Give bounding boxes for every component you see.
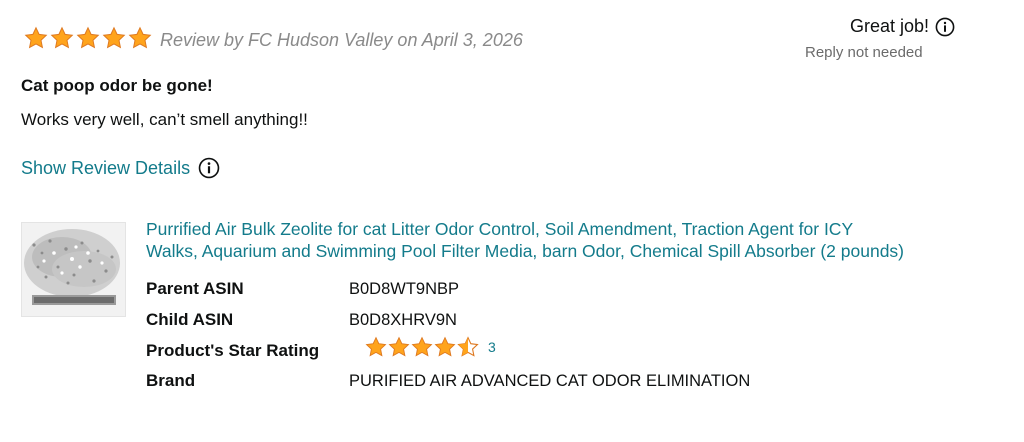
star-icon [76,26,100,49]
star-icon [411,336,433,357]
rating-count-link[interactable]: 3 [488,339,496,355]
info-icon[interactable] [198,157,220,179]
response-status-label: Great job! [850,16,930,36]
star-icon [24,26,48,49]
star-icon [434,336,456,357]
brand-label: Brand [146,371,196,390]
star-icon [128,26,152,49]
info-icon[interactable] [935,17,955,37]
product-thumbnail[interactable] [21,222,126,317]
review-body: Works very well, can’t smell anything!! [21,110,308,129]
parent-asin-value: B0D8WT9NBP [349,280,460,298]
show-review-details-link[interactable]: Show Review Details [21,157,220,179]
review-meta: Review by FC Hudson Valley on April 3, 2… [160,30,523,50]
product-title-link[interactable]: Purrified Air Bulk Zeolite for cat Litte… [146,218,1014,262]
brand-value: PURIFIED AIR ADVANCED CAT ODOR ELIMINATI… [349,372,751,390]
child-asin-label: Child ASIN [146,310,234,329]
star-icon [388,336,410,357]
response-status: Great job! [850,16,955,37]
review-title: Cat poop odor be gone! [21,76,213,95]
star-icon [102,26,126,49]
star-rating-label: Product's Star Rating [146,341,320,360]
parent-asin-label: Parent ASIN [146,279,244,298]
child-asin-value: B0D8XHRV9N [349,311,457,329]
reply-note: Reply not needed [805,44,923,61]
star-icon [365,336,387,357]
half-star-icon [457,336,479,357]
zeolite-pellets-image [22,223,125,316]
review-star-rating [24,26,152,50]
product-title-line: Purrified Air Bulk Zeolite for cat Litte… [146,219,854,239]
show-review-details-label: Show Review Details [21,157,191,178]
product-star-rating: 3 [365,336,496,358]
product-title-line: Walks, Aquarium and Swimming Pool Filter… [146,241,905,261]
star-icon [50,26,74,49]
